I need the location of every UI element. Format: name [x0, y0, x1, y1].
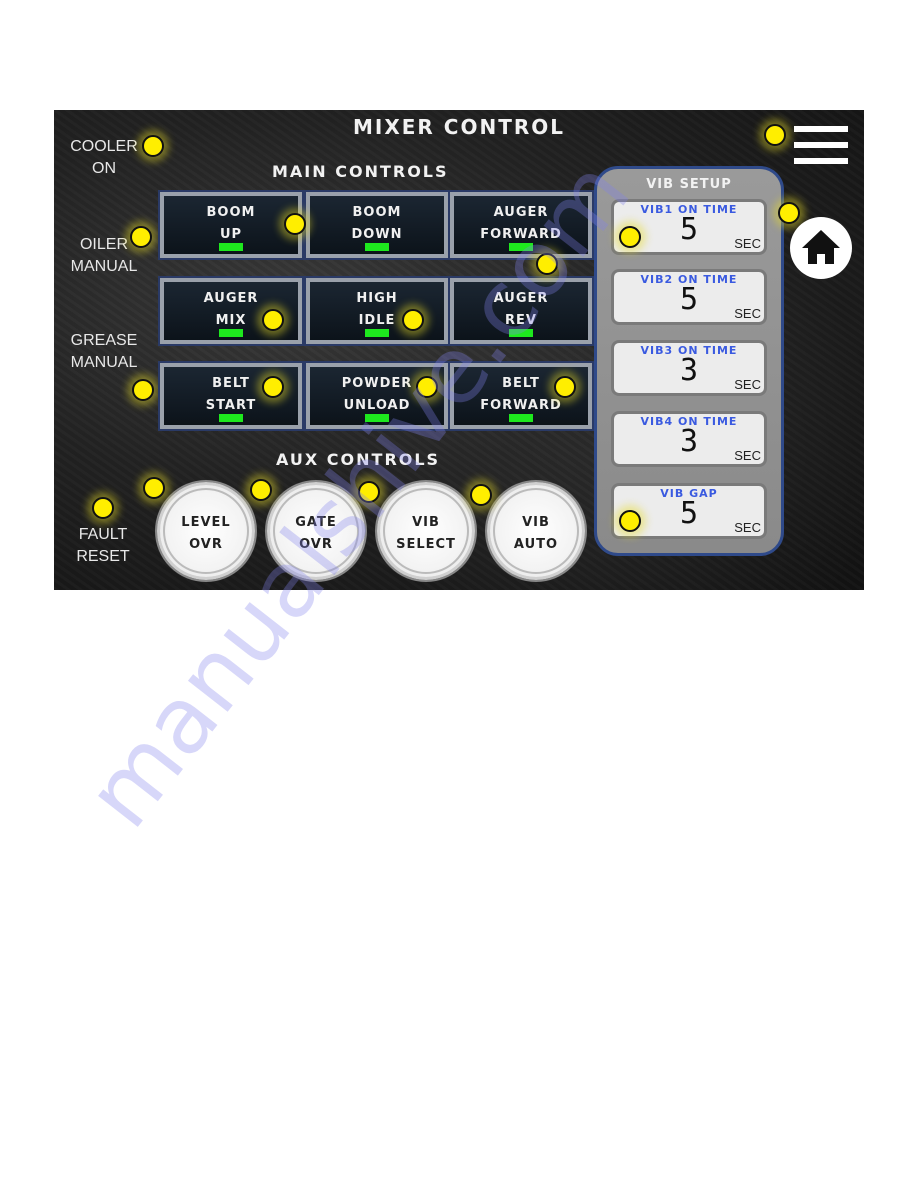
label-line2: MANUAL: [70, 354, 138, 371]
button-line1: AUGER: [203, 291, 259, 306]
page-title: MIXER CONTROL: [353, 115, 565, 139]
button-line2: AUTO: [513, 537, 559, 552]
boom-up-button[interactable]: BOOM UP: [160, 192, 302, 258]
button-line2: FORWARD: [480, 227, 562, 242]
boom-callout-marker: [284, 213, 306, 235]
cooler-on-callout-marker: [142, 135, 164, 157]
home-button[interactable]: [790, 217, 852, 279]
fault-reset-label: FAULT RESET: [68, 524, 138, 568]
button-line2: UNLOAD: [343, 398, 411, 413]
fault-reset-callout-marker[interactable]: [92, 497, 114, 519]
grease-manual-label: GREASE MANUAL: [64, 330, 144, 374]
button-line2: OVR: [299, 537, 333, 552]
status-indicator: [219, 329, 243, 337]
vib-auto-callout-marker: [470, 484, 492, 506]
field-unit: SEC: [734, 520, 761, 535]
main-controls-title: MAIN CONTROLS: [272, 162, 449, 181]
field-unit: SEC: [734, 236, 761, 251]
high-idle-callout-marker: [402, 309, 424, 331]
belt-start-button[interactable]: BELT START: [160, 363, 302, 429]
vib-setup-title: VIB SETUP: [646, 177, 732, 192]
status-indicator: [509, 243, 533, 251]
auger-forward-button[interactable]: AUGER FORWARD: [450, 192, 592, 258]
button-line1: AUGER: [493, 205, 549, 220]
button-line2: DOWN: [351, 227, 403, 242]
auger-forward-callout-marker: [536, 253, 558, 275]
auger-rev-button[interactable]: AUGER REV: [450, 278, 592, 344]
label-line2: MANUAL: [70, 258, 138, 275]
status-indicator: [365, 243, 389, 251]
label-line1: FAULT: [78, 526, 128, 543]
button-line2: REV: [505, 313, 537, 328]
vib2-on-time-field[interactable]: VIB2 ON TIME 5 SEC: [611, 269, 767, 325]
belt-forward-callout-marker: [554, 376, 576, 398]
high-idle-button[interactable]: HIGH IDLE: [306, 278, 448, 344]
boom-down-button[interactable]: BOOM DOWN: [306, 192, 448, 258]
level-ovr-button[interactable]: LEVEL OVR: [157, 482, 255, 580]
label-line2: ON: [92, 160, 116, 177]
vib-select-button[interactable]: VIB SELECT: [377, 482, 475, 580]
menu-bar: [794, 142, 848, 148]
menu-bar: [794, 158, 848, 164]
home-icon: [802, 230, 840, 264]
status-indicator: [365, 414, 389, 422]
cooler-on-label: COOLER ON: [66, 136, 142, 180]
hmi-screen: MIXER CONTROL COOLER ON OILER MANUAL GRE…: [54, 110, 864, 590]
label-line1: COOLER: [70, 138, 138, 155]
field-unit: SEC: [734, 377, 761, 392]
status-indicator: [365, 329, 389, 337]
level-ovr-callout-marker: [143, 477, 165, 499]
button-line1: GATE: [295, 515, 337, 530]
button-line1: AUGER: [493, 291, 549, 306]
status-indicator: [219, 243, 243, 251]
oiler-manual-callout-marker: [130, 226, 152, 248]
menu-callout-marker: [764, 124, 786, 146]
field-unit: SEC: [734, 306, 761, 321]
button-line1: LEVEL: [181, 515, 231, 530]
gate-ovr-callout-marker: [250, 479, 272, 501]
vib-select-callout-marker: [358, 481, 380, 503]
vib-auto-button[interactable]: VIB AUTO: [487, 482, 585, 580]
vib4-on-time-field[interactable]: VIB4 ON TIME 3 SEC: [611, 411, 767, 467]
label-line2: RESET: [76, 548, 130, 565]
vib-on-time-callout-marker: [619, 226, 641, 248]
button-line2: START: [205, 398, 257, 413]
button-line1: VIB: [522, 515, 550, 530]
status-indicator: [509, 329, 533, 337]
belt-start-callout-marker: [262, 376, 284, 398]
vib-gap-callout-marker: [619, 510, 641, 532]
button-line2: SELECT: [396, 537, 456, 552]
label-line1: GREASE: [70, 332, 138, 349]
button-line2: UP: [219, 227, 243, 242]
button-line1: BOOM: [206, 205, 256, 220]
button-line2: OVR: [189, 537, 223, 552]
vib-setup-panel: VIB SETUP VIB1 ON TIME 5 SEC VIB2 ON TIM…: [594, 166, 784, 556]
auger-mix-callout-marker: [262, 309, 284, 331]
button-line1: HIGH: [356, 291, 398, 306]
button-line1: BOOM: [352, 205, 402, 220]
status-indicator: [509, 414, 533, 422]
powder-unload-callout-marker: [416, 376, 438, 398]
auger-mix-button[interactable]: AUGER MIX: [160, 278, 302, 344]
button-line1: VIB: [412, 515, 440, 530]
oiler-manual-label: OILER MANUAL: [68, 234, 140, 278]
hamburger-menu-icon: [794, 126, 848, 132]
status-indicator: [219, 414, 243, 422]
grease-manual-callout-marker: [132, 379, 154, 401]
gate-ovr-button[interactable]: GATE OVR: [267, 482, 365, 580]
menu-button[interactable]: [794, 126, 848, 166]
button-line2: FORWARD: [480, 398, 562, 413]
vib3-on-time-field[interactable]: VIB3 ON TIME 3 SEC: [611, 340, 767, 396]
field-unit: SEC: [734, 448, 761, 463]
aux-controls-title: AUX CONTROLS: [276, 450, 441, 469]
